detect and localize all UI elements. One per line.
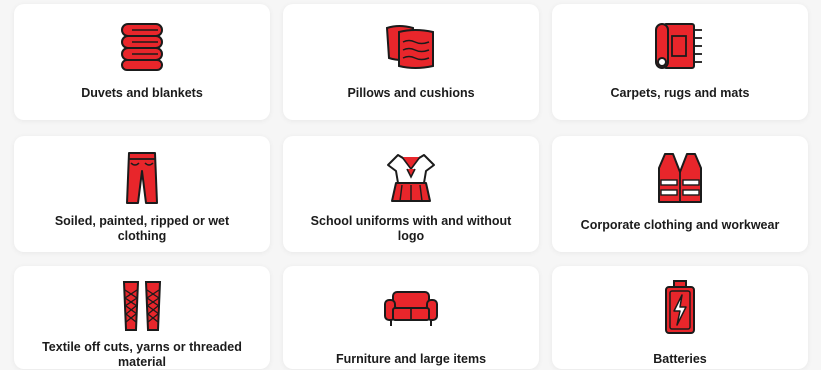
- category-card-textile-offcuts[interactable]: Textile off cuts, yarns or threaded mate…: [14, 266, 270, 369]
- category-label: Furniture and large items: [335, 352, 487, 366]
- category-card-duvets[interactable]: Duvets and blankets: [14, 4, 270, 120]
- blanket-stack-icon: [110, 16, 174, 76]
- category-label: Carpets, rugs and mats: [610, 86, 750, 100]
- category-label: Pillows and cushions: [347, 86, 475, 100]
- category-label: Corporate clothing and workwear: [580, 218, 780, 232]
- school-uniform-icon: [379, 148, 443, 208]
- category-label: Batteries: [653, 352, 707, 366]
- yarn-spools-icon: [110, 278, 174, 334]
- category-label: Duvets and blankets: [81, 86, 203, 100]
- pillows-icon: [379, 16, 443, 76]
- category-label: School uniforms with and without logo: [310, 214, 512, 243]
- category-card-school-uniforms[interactable]: School uniforms with and without logo: [283, 136, 539, 252]
- category-card-soiled-clothing[interactable]: Soiled, painted, ripped or wet clothing: [14, 136, 270, 252]
- category-card-pillows[interactable]: Pillows and cushions: [283, 4, 539, 120]
- category-card-carpets[interactable]: Carpets, rugs and mats: [552, 4, 808, 120]
- category-label: Textile off cuts, yarns or threaded mate…: [42, 340, 242, 369]
- sofa-icon: [379, 278, 443, 338]
- hi-vis-vest-icon: [648, 148, 712, 208]
- category-label: Soiled, painted, ripped or wet clothing: [54, 214, 230, 243]
- category-card-batteries[interactable]: Batteries: [552, 266, 808, 369]
- trousers-icon: [110, 148, 174, 208]
- battery-icon: [648, 278, 712, 338]
- category-grid: Duvets and blankets Pillows and cushions: [0, 0, 821, 369]
- rolled-carpet-icon: [648, 16, 712, 76]
- category-card-corporate-clothing[interactable]: Corporate clothing and workwear: [552, 136, 808, 252]
- category-card-furniture[interactable]: Furniture and large items: [283, 266, 539, 369]
